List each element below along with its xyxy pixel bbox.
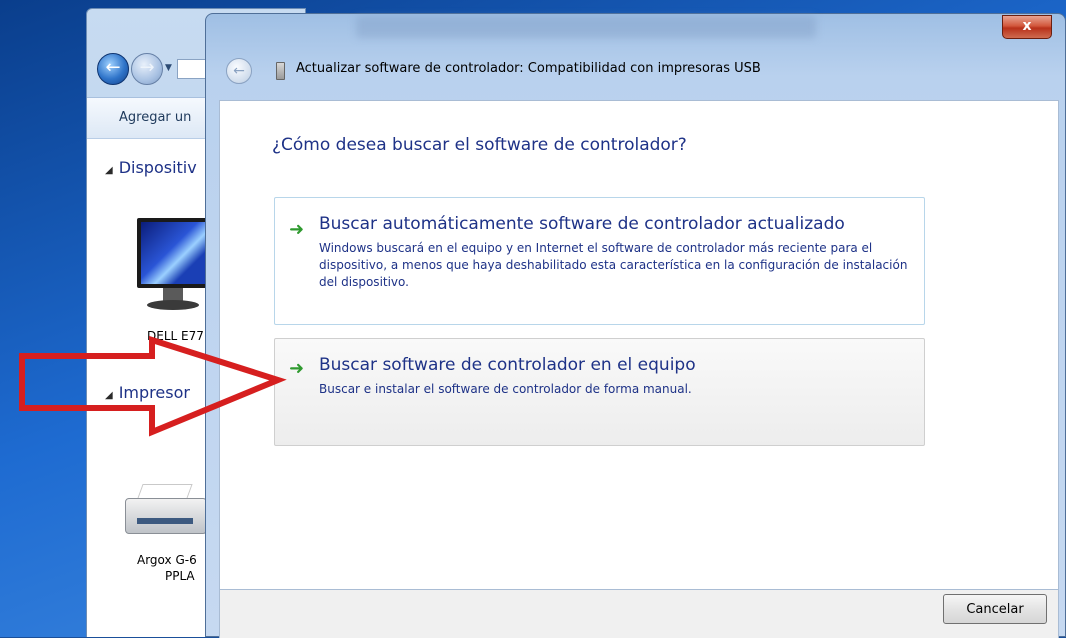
group-devices[interactable]: ◢ Dispositiv: [105, 158, 197, 177]
group-printers-label: Impresor: [118, 383, 190, 402]
group-printers[interactable]: ◢ Impresor: [105, 383, 190, 402]
back-arrow-icon[interactable]: ←: [97, 53, 129, 85]
add-device-button[interactable]: Agregar un: [119, 110, 191, 125]
titlebar-background: [356, 16, 816, 38]
option-browse-computer[interactable]: ➜ Buscar software de controlador en el e…: [274, 338, 925, 446]
collapse-triangle-icon: ◢: [105, 165, 113, 176]
device-label-printer-line2: PPLA: [165, 569, 195, 583]
device-label-monitor: DELL E77: [147, 329, 204, 343]
close-icon: x: [1022, 18, 1032, 34]
option-title: Buscar automáticamente software de contr…: [319, 214, 845, 234]
option-title: Buscar software de controlador en el equ…: [319, 355, 696, 375]
printer-icon[interactable]: [125, 478, 215, 548]
dialog-body: ¿Cómo desea buscar el software de contro…: [219, 100, 1059, 590]
option-description: Windows buscará en el equipo y en Intern…: [319, 241, 908, 289]
update-driver-dialog: x ← Actualizar software de controlador: …: [205, 13, 1066, 638]
close-button[interactable]: x: [1002, 15, 1052, 39]
usb-device-icon: [276, 62, 285, 80]
cancel-button[interactable]: Cancelar: [943, 594, 1047, 624]
option-search-automatically[interactable]: ➜ Buscar automáticamente software de con…: [274, 197, 925, 325]
green-arrow-icon: ➜: [289, 358, 305, 379]
device-label-printer-line1: Argox G-6: [137, 553, 197, 567]
option-description: Buscar e instalar el software de control…: [319, 382, 692, 396]
group-devices-label: Dispositiv: [118, 158, 197, 177]
forward-arrow-icon[interactable]: →: [131, 53, 163, 85]
collapse-triangle-icon: ◢: [105, 390, 113, 401]
back-arrow-icon[interactable]: ←: [226, 58, 252, 84]
page-heading: ¿Cómo desea buscar el software de contro…: [272, 135, 687, 155]
green-arrow-icon: ➜: [289, 219, 305, 240]
dialog-title: Actualizar software de controlador: Comp…: [296, 61, 761, 76]
history-dropdown-icon[interactable]: ▼: [165, 63, 172, 73]
monitor-icon[interactable]: [137, 218, 215, 318]
dialog-footer: Cancelar: [219, 590, 1059, 638]
